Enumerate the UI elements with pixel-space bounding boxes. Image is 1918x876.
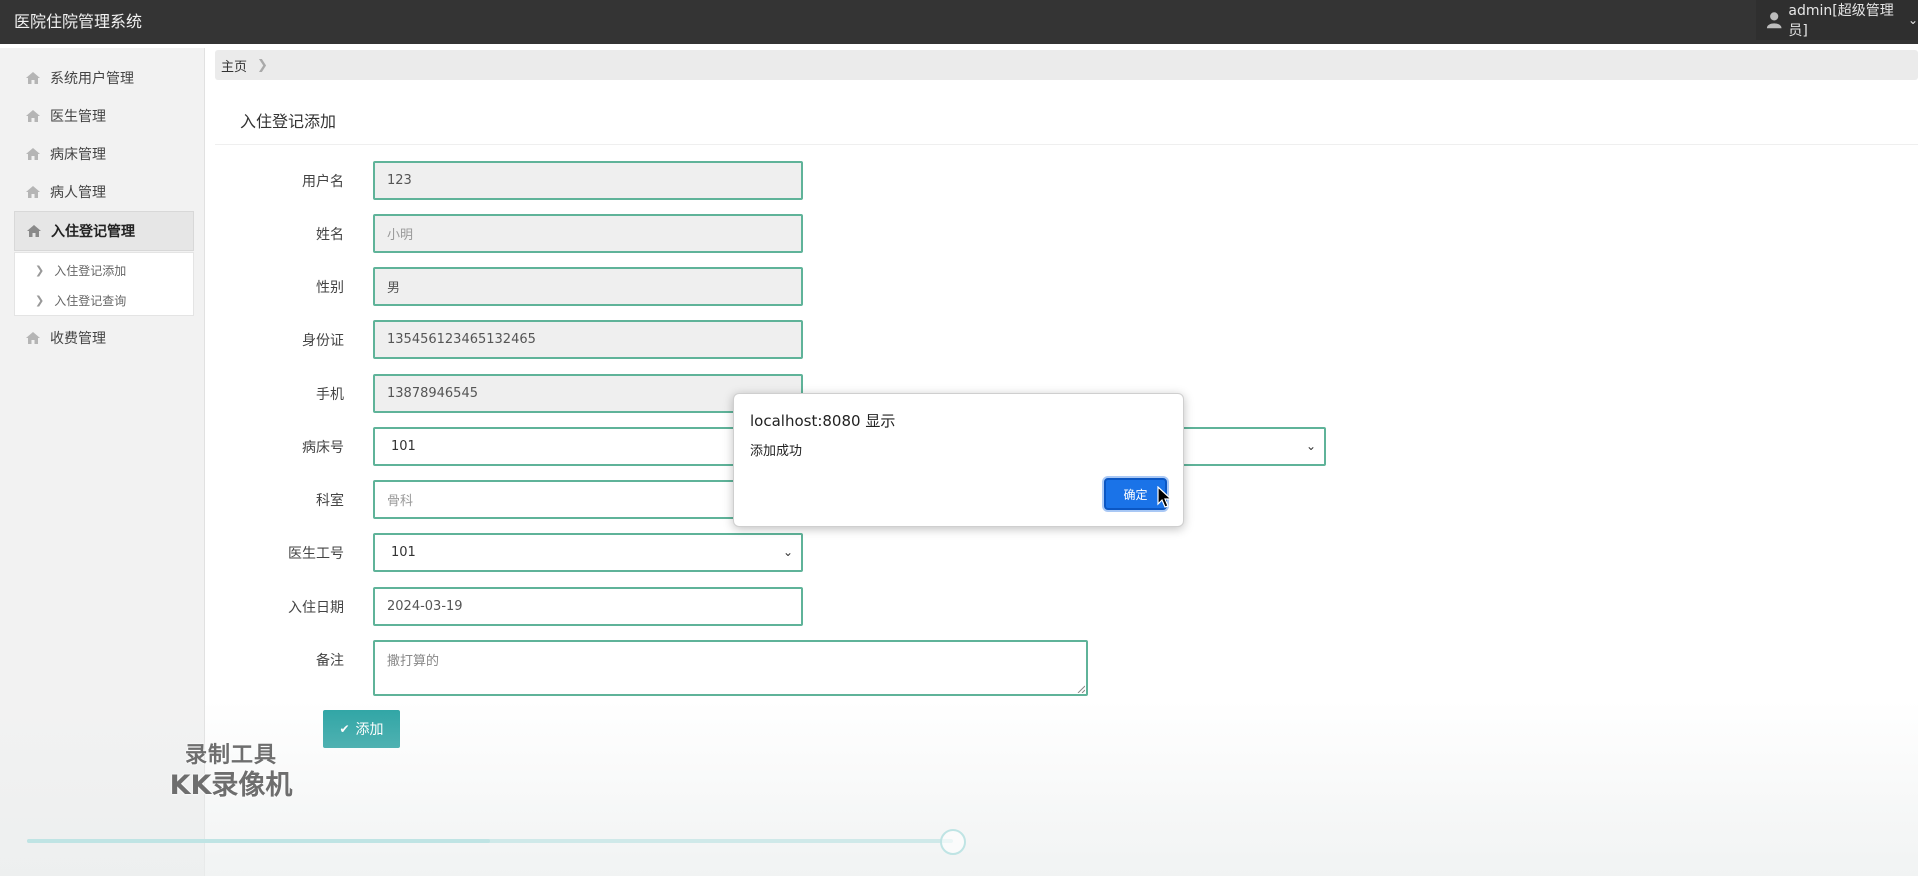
sidebar-item-label: 病人管理 (50, 185, 106, 201)
breadcrumb: 主页 ❯ (215, 50, 1918, 80)
sidebar-item-label: 入住登记管理 (51, 224, 135, 240)
sidebar-item-label: 收费管理 (50, 331, 106, 347)
home-icon (26, 148, 40, 160)
department-value: 骨科 (387, 494, 414, 509)
check-icon: ✔ (339, 722, 350, 736)
home-icon (26, 332, 40, 344)
mouse-cursor-icon (1157, 486, 1173, 508)
sidebar-item-beds[interactable]: 病床管理 (14, 136, 194, 172)
add-button-label: 添加 (355, 722, 384, 738)
doctor-id-label: 医生工号 (288, 546, 344, 562)
add-button[interactable]: ✔ 添加 (323, 710, 400, 748)
top-bar: 医院住院管理系统 admin[超级管理员] ⌄ (0, 0, 1918, 44)
admission-date-value: 2024-03-19 (387, 599, 463, 614)
chevron-right-icon: ❯ (257, 57, 268, 73)
submenu-item-label: 入住登记添加 (54, 263, 127, 278)
recorder-watermark: 录制工具 KK录像机 (158, 742, 304, 802)
name-label: 姓名 (316, 227, 344, 243)
sidebar-item-label: 病床管理 (50, 147, 106, 163)
gender-label: 性别 (316, 280, 344, 296)
user-label: admin[超级管理员] (1788, 3, 1894, 39)
video-progress-bar[interactable] (27, 839, 953, 843)
dialog-message: 添加成功 (750, 444, 803, 459)
username-field[interactable]: 123 (373, 161, 803, 200)
sidebar-item-admissions[interactable]: 入住登记管理 (14, 211, 194, 251)
name-value: 小明 (387, 228, 414, 243)
remarks-value: 撒打算的 (387, 654, 440, 669)
sidebar-item-system-users[interactable]: 系统用户管理 (14, 60, 194, 96)
sidebar-item-label: 系统用户管理 (50, 71, 134, 87)
dialog-title: localhost:8080 显示 (750, 412, 896, 430)
username-value: 123 (387, 173, 412, 188)
phone-value: 13878946545 (387, 386, 478, 401)
gender-field[interactable]: 男 (373, 267, 803, 306)
progress-fill (27, 839, 490, 843)
progress-knob[interactable] (940, 829, 966, 855)
page-title: 入住登记添加 (240, 112, 337, 131)
sidebar-item-label: 医生管理 (50, 109, 106, 125)
name-field[interactable]: 小明 (373, 214, 803, 253)
chevron-down-icon: ⌄ (782, 545, 793, 559)
watermark-line1: 录制工具 (184, 743, 277, 768)
doctor-id-value: 101 (391, 545, 416, 560)
home-icon (26, 110, 40, 122)
bed-number-label: 病床号 (302, 440, 344, 456)
remarks-textarea[interactable]: 撒打算的 (373, 640, 1088, 696)
chevron-down-icon: ⌄ (1305, 439, 1316, 453)
home-icon (26, 186, 40, 198)
chevron-right-icon: ❯ (35, 263, 45, 277)
home-icon (27, 225, 41, 237)
id-card-value: 135456123465132465 (387, 332, 536, 347)
admission-date-label: 入住日期 (288, 600, 344, 616)
submenu-admissions: ❯ 入住登记添加 ❯ 入住登记查询 (14, 252, 194, 316)
phone-label: 手机 (316, 387, 344, 403)
breadcrumb-home[interactable]: 主页 (221, 56, 247, 75)
submenu-item-admission-query[interactable]: ❯ 入住登记查询 (15, 285, 193, 315)
app-title: 医院住院管理系统 (14, 12, 143, 31)
gender-value: 男 (387, 281, 401, 296)
alert-dialog: localhost:8080 显示 添加成功 确定 (733, 393, 1184, 527)
submenu-item-admission-add[interactable]: ❯ 入住登记添加 (15, 255, 193, 285)
resize-handle-icon[interactable] (1077, 685, 1085, 693)
submenu-item-label: 入住登记查询 (54, 293, 127, 308)
chevron-right-icon: ❯ (35, 293, 45, 307)
id-card-label: 身份证 (302, 333, 344, 349)
sidebar-item-billing[interactable]: 收费管理 (14, 320, 194, 356)
bed-number-value: 101 (391, 439, 416, 454)
watermark-line2: KK录像机 (169, 770, 293, 801)
ok-button-label: 确定 (1123, 487, 1148, 502)
department-label: 科室 (316, 493, 344, 509)
home-icon (26, 72, 40, 84)
sidebar-item-patients[interactable]: 病人管理 (14, 174, 194, 210)
remarks-label: 备注 (316, 653, 344, 669)
user-icon (1766, 12, 1782, 29)
admission-date-field[interactable]: 2024-03-19 (373, 587, 803, 626)
divider (215, 144, 1918, 145)
sidebar-item-doctors[interactable]: 医生管理 (14, 98, 194, 134)
user-menu[interactable]: admin[超级管理员] ⌄ (1756, 0, 1918, 40)
doctor-id-select[interactable]: 101 ⌄ (373, 533, 803, 572)
chevron-down-icon: ⌄ (1907, 13, 1918, 27)
username-label: 用户名 (302, 174, 344, 190)
id-card-field[interactable]: 135456123465132465 (373, 320, 803, 359)
